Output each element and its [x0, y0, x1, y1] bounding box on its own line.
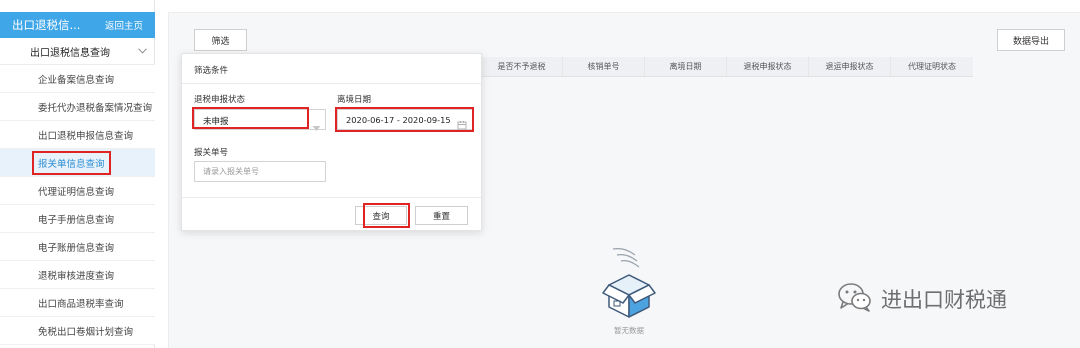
column-header-no-refund[interactable]: 是否不予退税 — [481, 57, 563, 76]
sidebar-item-label: 出口退税申报信息查询 — [38, 130, 134, 142]
sidebar-item-e-manual[interactable]: 电子手册信息查询 — [0, 205, 155, 233]
column-header-return-status[interactable]: 退运申报状态 — [809, 57, 891, 76]
sidebar-item-label: 电子手册信息查询 — [38, 214, 115, 226]
sidebar-group-export-refund[interactable]: 出口退税信息查询 — [0, 38, 155, 65]
sidebar-item-enterprise-filing[interactable]: 企业备案信息查询 — [0, 65, 155, 93]
column-header-certificate-status[interactable]: 代理证明状态 — [891, 57, 973, 76]
reset-button[interactable]: 重置 — [415, 206, 468, 225]
sidebar-item-review-progress[interactable]: 退税审核进度查询 — [0, 261, 155, 289]
sidebar-item-refund-rate[interactable]: 出口商品退税率查询 — [0, 289, 155, 317]
divider — [182, 197, 481, 198]
highlight-box — [335, 107, 474, 132]
empty-box-icon — [599, 241, 659, 323]
wechat-icon — [837, 282, 873, 316]
sidebar-menu: 企业备案信息查询 委托代办退税备案情况查询 出口退税申报信息查询 报关单信息查询… — [0, 65, 155, 345]
sidebar-item-label: 委托代办退税备案情况查询 — [38, 102, 153, 114]
highlight-box — [363, 203, 410, 228]
refund-status-label: 退税申报状态 — [194, 95, 246, 105]
departure-date-label: 离境日期 — [337, 95, 372, 105]
chevron-down-icon — [137, 46, 147, 56]
filter-popover: 筛选条件 退税申报状态 未申报 离境日期 2020-06-17 - 2020-0… — [181, 53, 482, 231]
sidebar-item-label: 退税审核进度查询 — [38, 270, 115, 282]
filter-popover-title: 筛选条件 — [194, 66, 229, 76]
sidebar-item-label: 企业备案信息查询 — [38, 74, 115, 86]
divider — [182, 83, 481, 84]
column-header-verification-no[interactable]: 核销单号 — [563, 57, 645, 76]
declaration-number-label: 报关单号 — [194, 148, 229, 158]
sidebar-item-label: 代理证明信息查询 — [38, 186, 115, 198]
sidebar-item-e-account[interactable]: 电子账册信息查询 — [0, 233, 155, 261]
dropdown-arrow-icon — [312, 117, 321, 131]
watermark: 进出口财税通 — [837, 282, 1007, 316]
sidebar-item-label: 报关单信息查询 — [32, 150, 111, 175]
column-header-departure-date[interactable]: 离境日期 — [645, 57, 727, 76]
sidebar: 出口退税信... 返回主页 出口退税信息查询 企业备案信息查询 委托代办退税备案… — [0, 0, 155, 348]
sidebar-item-tobacco-plan[interactable]: 免税出口卷烟计划查询 — [0, 317, 155, 345]
sidebar-header: 出口退税信... 返回主页 — [0, 12, 155, 38]
column-header-refund-status[interactable]: 退税申报状态 — [727, 57, 809, 76]
sidebar-group-label: 出口退税信息查询 — [30, 47, 110, 59]
filter-button[interactable]: 筛选 — [194, 29, 247, 51]
highlight-box — [192, 107, 309, 129]
sidebar-item-label: 出口商品退税率查询 — [38, 298, 124, 310]
export-button[interactable]: 数据导出 — [997, 29, 1065, 51]
empty-state-text: 暂无数据 — [614, 326, 644, 335]
watermark-text: 进出口财税通 — [881, 288, 1007, 312]
sidebar-item-label: 免税出口卷烟计划查询 — [38, 326, 134, 338]
sidebar-item-agency-filing[interactable]: 委托代办退税备案情况查询 — [0, 93, 155, 121]
sidebar-item-customs-declaration[interactable]: 报关单信息查询 — [0, 149, 155, 177]
sidebar-item-label: 电子账册信息查询 — [38, 242, 115, 254]
sidebar-item-refund-declaration[interactable]: 出口退税申报信息查询 — [0, 121, 155, 149]
table-header: 是否不予退税 核销单号 离境日期 退税申报状态 退运申报状态 代理证明状态 — [481, 57, 973, 77]
sidebar-item-agency-certificate[interactable]: 代理证明信息查询 — [0, 177, 155, 205]
sidebar-title: 出口退税信... — [12, 18, 81, 32]
back-home-link[interactable]: 返回主页 — [105, 18, 143, 32]
declaration-number-input[interactable]: 请录入报关单号 — [194, 161, 326, 182]
